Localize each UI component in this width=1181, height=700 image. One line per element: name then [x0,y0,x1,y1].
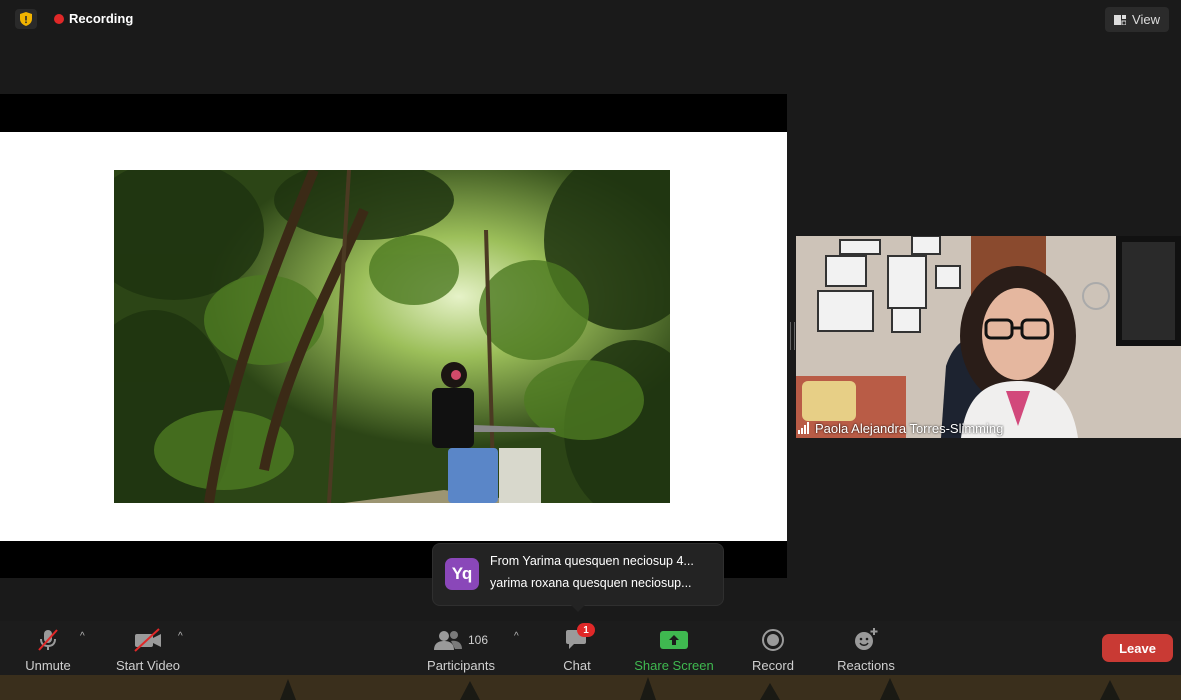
meeting-controls-toolbar: Unmute ^ Start Video ^ 106 Participants … [0,621,1181,675]
video-off-icon [133,625,163,655]
chat-message-preview: yarima roxana quesquen neciosup... [490,576,692,590]
reactions-button[interactable]: Reactions [832,621,900,675]
start-video-button[interactable]: Start Video [110,621,186,675]
chat-notification[interactable]: Yq From Yarima quesquen neciosup 4... ya… [432,543,724,612]
reactions-label: Reactions [837,658,895,673]
unmute-label: Unmute [25,658,71,673]
chat-unread-badge: 1 [577,623,595,637]
chat-button[interactable]: 1 Chat [557,621,597,675]
participant-name-tag: Paola Alejandra Torres-Slimming [796,418,1009,438]
leave-button[interactable]: Leave [1102,634,1173,662]
record-label: Record [752,658,794,673]
start-video-label: Start Video [115,658,181,673]
chat-sender-preview: From Yarima quesquen neciosup 4... [490,554,694,568]
participants-button[interactable]: 106 Participants [420,621,502,675]
view-label: View [1132,12,1160,27]
recording-indicator[interactable]: Recording [54,11,133,26]
participant-video-tile[interactable]: Paola Alejandra Torres-Slimming [796,236,1181,438]
reactions-smiley-icon [853,625,879,655]
record-icon [761,625,785,655]
meeting-top-bar: Recording View [0,0,1181,38]
panel-resize-handle[interactable] [790,322,795,350]
share-screen-label: Share Screen [634,658,714,673]
sender-avatar: Yq [445,558,479,590]
forest-photo [114,170,670,503]
participants-icon-wrap: 106 [433,625,489,655]
participants-icon [433,631,462,650]
share-screen-button[interactable]: Share Screen [628,621,720,675]
video-options-chevron-icon[interactable]: ^ [178,631,183,642]
connection-signal-icon [798,422,809,434]
view-button[interactable]: View [1105,7,1169,32]
participants-label: Participants [427,658,495,673]
record-button[interactable]: Record [748,621,798,675]
presentation-slide [0,132,787,541]
participants-count: 106 [467,633,489,647]
recording-label: Recording [69,11,134,26]
audio-options-chevron-icon[interactable]: ^ [80,631,85,642]
desktop-background-strip [0,675,1181,700]
participant-name: Paola Alejandra Torres-Slimming [815,420,1004,436]
chat-label: Chat [563,658,591,673]
view-layout-icon [1114,14,1127,25]
security-shield-icon[interactable] [15,9,37,29]
microphone-muted-icon [35,625,61,655]
participant-video-feed [796,236,1181,438]
shared-screen [0,94,787,578]
unmute-button[interactable]: Unmute [18,621,78,675]
participants-options-chevron-icon[interactable]: ^ [514,631,519,642]
recording-dot-icon [54,13,64,24]
chat-icon: 1 [564,623,595,655]
share-screen-icon [660,625,688,655]
